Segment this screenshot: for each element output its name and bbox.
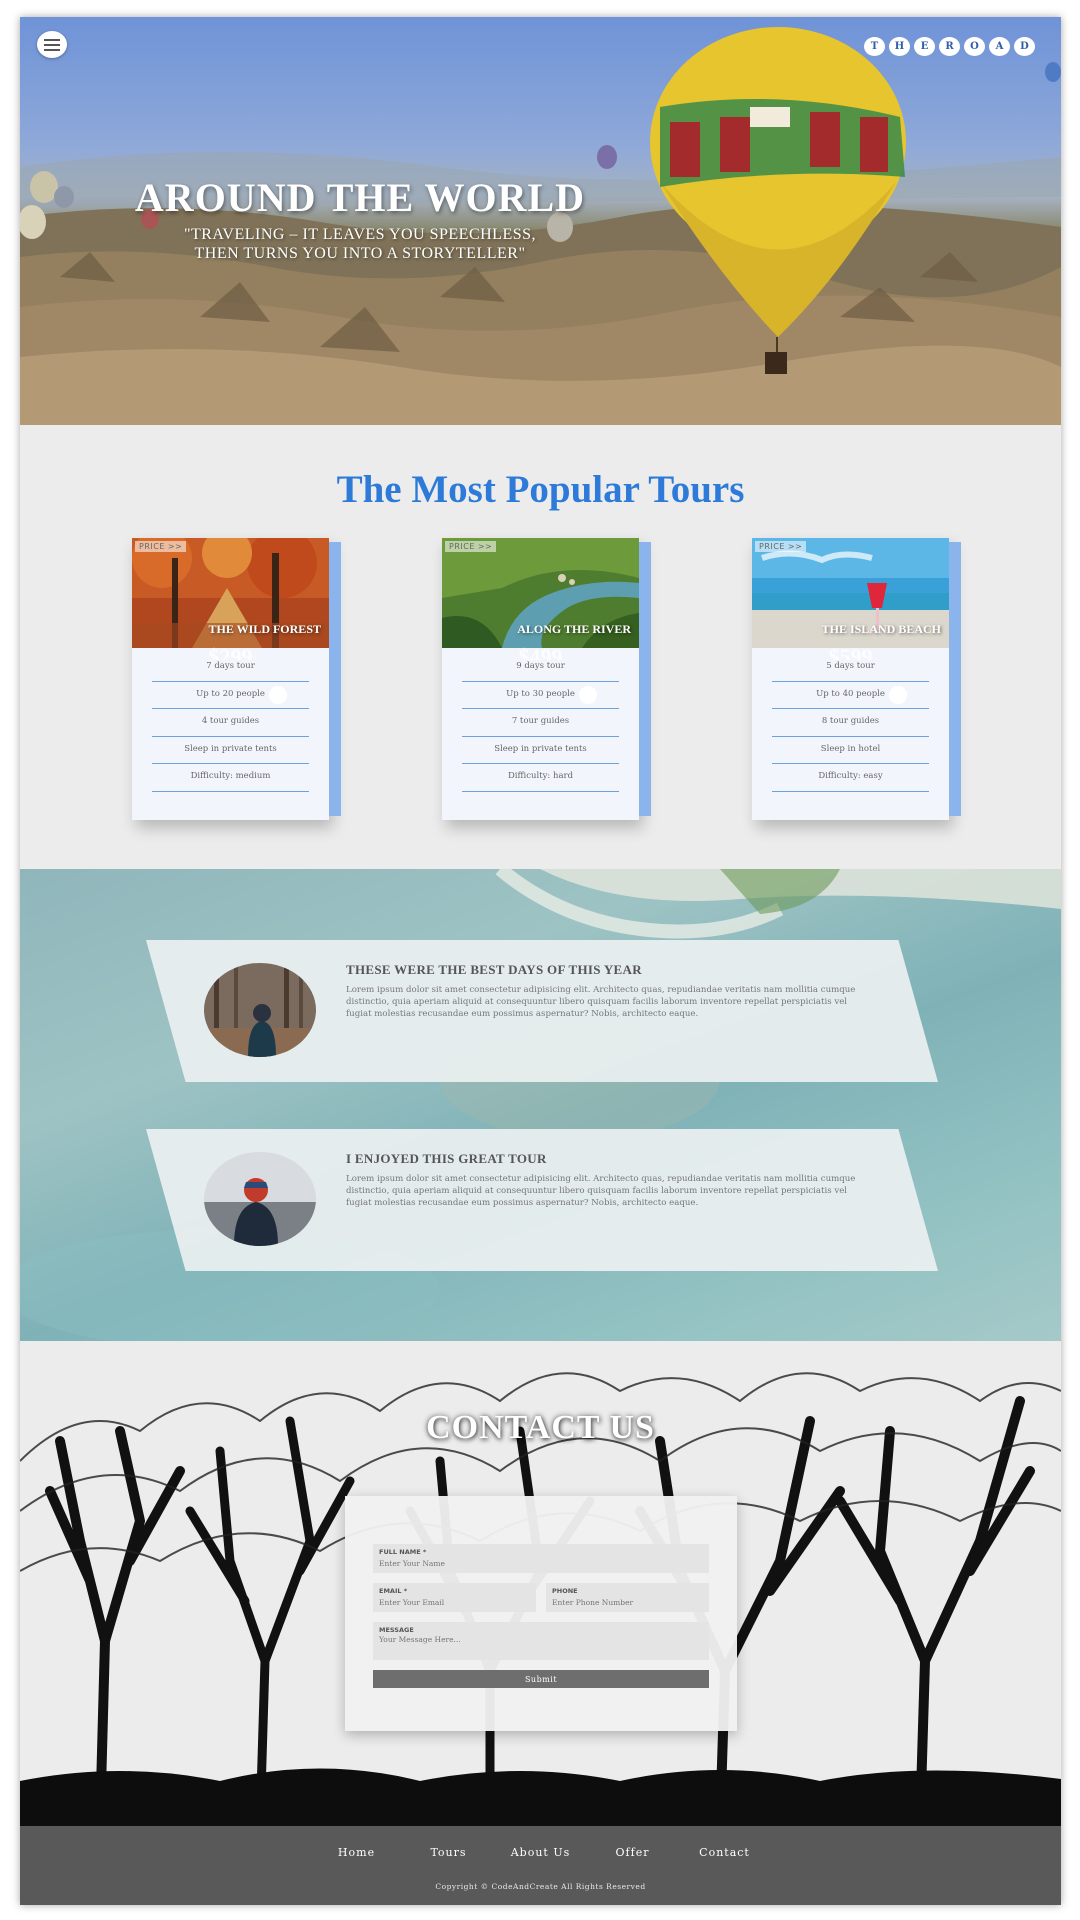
phone-field[interactable]: PHONE [546,1583,709,1612]
testimonial-title: I ENJOYED THIS GREAT TOUR [346,1151,547,1166]
tour-feature: Up to 30 people [462,682,619,709]
tour-name: ALONG THE RIVER [517,622,631,636]
logo-letter: R [939,37,960,56]
full-name-input[interactable] [379,1557,682,1569]
logo-letter: T [864,37,885,56]
submit-button[interactable]: Submit [373,1670,709,1688]
copyright: Copyright © CodeAndCreate All Rights Res… [435,1882,646,1891]
logo-letter: E [914,37,935,56]
tour-feature: 7 tour guides [462,709,619,737]
testimonial-body: Lorem ipsum dolor sit amet consectetur a… [346,1174,856,1208]
avatar-forest-person [204,963,316,1057]
tour-feature: 7 days tour [152,654,309,682]
logo-letter: D [1014,37,1035,56]
contact-section: CONTACT US FULL NAME * EMAIL * PHONE MES… [20,1341,1061,1826]
testimonial-card: I ENJOYED THIS GREAT TOUR Lorem ipsum do… [146,1129,938,1271]
email-input[interactable] [379,1596,526,1608]
message-input[interactable] [379,1635,682,1647]
stories-section: THESE WERE THE BEST DAYS OF THIS YEAR Lo… [20,869,1061,1341]
avatar-hiker [204,1152,316,1246]
phone-input[interactable] [552,1596,699,1608]
tour-name: THE WILD FOREST [208,622,321,636]
logo-letter: A [989,37,1010,56]
tour-features: 5 days tour Up to 40 people 8 tour guide… [772,654,929,792]
tour-features: 7 days tour Up to 20 people 4 tour guide… [152,654,309,792]
tour-card[interactable]: PRICE >> THE ISLAND BEACH $599 5 days to… [752,538,961,820]
tour-features: 9 days tour Up to 30 people 7 tour guide… [462,654,619,792]
footer-link-tours[interactable]: Tours [403,1846,495,1859]
testimonial-body: Lorem ipsum dolor sit amet consectetur a… [346,985,856,1019]
contact-form: FULL NAME * EMAIL * PHONE MESSAGE Submit [345,1496,737,1731]
tour-feature: Sleep in private tents [462,737,619,764]
contact-title: CONTACT US [426,1409,655,1446]
hero-quote-line: THEN TURNS YOU INTO A STORYTELLER" [194,245,526,262]
tour-feature: Difficulty: medium [152,764,309,792]
hamburger-icon-line [44,48,60,51]
email-field[interactable]: EMAIL * [373,1583,536,1612]
footer-link-about[interactable]: About Us [495,1846,587,1859]
footer-link-home[interactable]: Home [311,1846,403,1859]
tours-title: The Most Popular Tours [336,468,745,511]
footer-link-offer[interactable]: Offer [587,1846,679,1859]
footer-link-contact[interactable]: Contact [679,1846,771,1859]
tour-feature: Up to 20 people [152,682,309,709]
price-tag: PRICE >> [755,541,807,552]
card-edge [329,542,341,816]
footer: Home Tours About Us Offer Contact Copyri… [20,1826,1061,1905]
tour-feature: Difficulty: easy [772,764,929,792]
hero-quote: "TRAVELING – IT LEAVES YOU SPEECHLESS, T… [110,225,610,263]
hero-section: T H E R O A D AROUND THE WORLD "TRAVELIN… [20,17,1061,425]
hero-title: AROUND THE WORLD [134,175,586,220]
tour-feature: 4 tour guides [152,709,309,737]
tour-feature: Up to 40 people [772,682,929,709]
tour-card[interactable]: PRICE >> ALONG THE RIVER $499 9 days tou… [442,538,651,820]
tours-section: The Most Popular Tours PRICE >> THE WILD… [20,425,1061,869]
tour-name: THE ISLAND BEACH [821,622,941,636]
tour-feature: 9 days tour [462,654,619,682]
email-label: EMAIL * [379,1587,408,1595]
logo-letter: O [964,37,985,56]
avatar [204,963,316,1057]
hero-quote-line: "TRAVELING – IT LEAVES YOU SPEECHLESS, [183,226,537,243]
tour-feature: Sleep in hotel [772,737,929,764]
phone-label: PHONE [552,1587,578,1595]
card-edge [949,542,961,816]
footer-nav: Home Tours About Us Offer Contact [20,1846,1061,1859]
hamburger-icon-line [44,38,60,41]
menu-button[interactable] [37,31,67,58]
logo-letter: H [889,37,910,56]
tour-feature: 8 tour guides [772,709,929,737]
message-field[interactable]: MESSAGE [373,1622,709,1660]
card-edge [639,542,651,816]
hamburger-icon-line [44,43,60,46]
tour-feature: Sleep in private tents [152,737,309,764]
logo[interactable]: T H E R O A D [864,37,1035,56]
page: T H E R O A D AROUND THE WORLD "TRAVELIN… [20,17,1061,1905]
tour-card[interactable]: PRICE >> THE WILD FOREST $299 7 days tou… [132,538,341,820]
price-tag: PRICE >> [135,541,187,552]
tour-feature: Difficulty: hard [462,764,619,792]
full-name-label: FULL NAME * [379,1548,427,1556]
full-name-field[interactable]: FULL NAME * [373,1544,709,1573]
testimonial-title: THESE WERE THE BEST DAYS OF THIS YEAR [346,962,642,977]
testimonial-card: THESE WERE THE BEST DAYS OF THIS YEAR Lo… [146,940,938,1082]
message-label: MESSAGE [379,1626,414,1634]
hero-background-image [20,27,1061,425]
tour-feature: 5 days tour [772,654,929,682]
avatar [204,1152,316,1246]
price-tag: PRICE >> [445,541,497,552]
